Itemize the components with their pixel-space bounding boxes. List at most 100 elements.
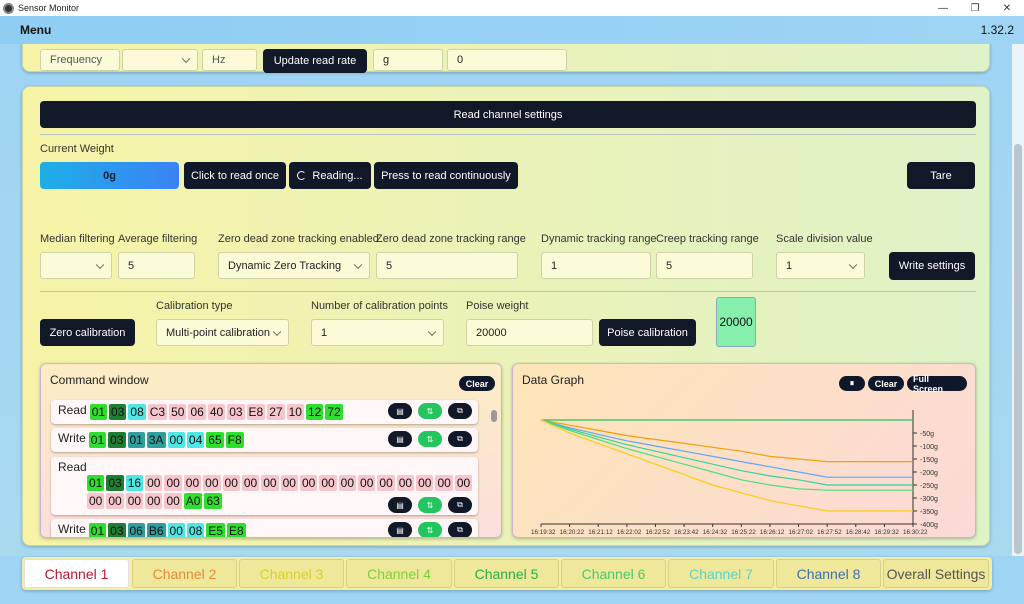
- copy-icon[interactable]: ⧉: [448, 403, 472, 419]
- calibration-points-select[interactable]: 1: [311, 319, 444, 346]
- book-icon[interactable]: ▤: [388, 497, 412, 513]
- swap-icon[interactable]: ⇅: [418, 431, 442, 447]
- minimize-button[interactable]: —: [928, 0, 958, 16]
- book-icon[interactable]: ▤: [388, 522, 412, 537]
- command-byte: 08: [128, 404, 146, 420]
- command-byte: 00: [319, 475, 337, 491]
- dynamic-tracking-range-input[interactable]: 1: [541, 252, 651, 279]
- command-kind: Read: [58, 403, 87, 417]
- chevron-down-icon: [427, 327, 437, 336]
- copy-icon[interactable]: ⧉: [448, 431, 472, 447]
- x-tick-label: 16:22:02: [617, 529, 642, 536]
- swap-icon[interactable]: ⇅: [418, 522, 442, 537]
- y-tick-label: -350g: [920, 509, 938, 516]
- command-byte: 01: [87, 475, 105, 491]
- tab-overall-settings[interactable]: Overall Settings: [883, 559, 989, 588]
- book-icon[interactable]: ▤: [388, 403, 412, 419]
- tab-channel-7[interactable]: Channel 7: [668, 559, 774, 588]
- command-byte: 00: [358, 475, 376, 491]
- y-tick-label: -300g: [920, 496, 938, 503]
- x-tick-label: 16:30:22: [903, 529, 928, 536]
- read-continuously-button[interactable]: Press to read continuously: [374, 162, 518, 189]
- page-scroll-thumb[interactable]: [1014, 144, 1022, 554]
- restore-button[interactable]: ❐: [960, 0, 990, 16]
- command-byte: 00: [167, 523, 185, 538]
- read-channel-settings-button[interactable]: Read channel settings: [40, 101, 976, 128]
- poise-weight-input[interactable]: 20000: [466, 319, 593, 346]
- command-byte: 50: [169, 404, 187, 420]
- unit-field[interactable]: g: [373, 49, 443, 71]
- median-filtering-select[interactable]: [40, 252, 112, 279]
- swap-icon[interactable]: ⇅: [418, 403, 442, 419]
- tab-channel-2[interactable]: Channel 2: [132, 559, 237, 588]
- rate-panel: Frequency Hz Update read rate g 0: [22, 44, 990, 73]
- command-clear-button[interactable]: Clear: [459, 376, 495, 391]
- command-byte: 40: [207, 404, 226, 420]
- hz-field[interactable]: Hz: [202, 49, 257, 71]
- command-window: Command window Clear Read 01 03 08 C3 50 06 40 0…: [40, 363, 502, 538]
- copy-icon[interactable]: ⧉: [448, 522, 472, 537]
- tare-button[interactable]: Tare: [907, 162, 975, 189]
- y-tick-label: -150g: [920, 457, 938, 464]
- scroll-thumb[interactable]: [491, 410, 497, 422]
- command-byte: 00: [261, 475, 279, 491]
- command-byte: C3: [147, 404, 168, 420]
- zero-tracking-range-input[interactable]: 5: [376, 252, 518, 279]
- command-byte: F8: [225, 432, 244, 448]
- copy-icon[interactable]: ⧉: [448, 497, 472, 513]
- command-kind: Write: [58, 431, 86, 445]
- poise-calibration-button[interactable]: Poise calibration: [599, 319, 696, 346]
- tab-channel-4[interactable]: Channel 4: [346, 559, 452, 588]
- zero-tracking-select[interactable]: Dynamic Zero Tracking: [218, 252, 370, 279]
- zero-calibration-button[interactable]: Zero calibration: [40, 319, 135, 346]
- current-weight-display: 0g: [40, 162, 179, 189]
- command-byte: E8: [246, 404, 266, 420]
- command-row: Write 01 03 01 3A 00 04 65 F8 ▤ ⇅ ⧉: [51, 428, 478, 452]
- spinner-icon: [297, 171, 307, 180]
- series-line: [540, 419, 913, 463]
- average-filtering-input[interactable]: 5: [118, 252, 195, 279]
- page-scrollbar[interactable]: [1012, 44, 1024, 556]
- divider: [40, 134, 976, 135]
- command-byte: 00: [338, 475, 357, 491]
- command-byte: 08: [186, 523, 205, 538]
- read-once-button[interactable]: Click to read once: [184, 162, 286, 189]
- command-byte: B6: [146, 523, 166, 538]
- zero-tracking-enabled-label: Zero dead zone tracking enabled: [218, 233, 379, 245]
- close-button[interactable]: ✕: [992, 0, 1022, 16]
- swap-icon[interactable]: ⇅: [418, 497, 442, 513]
- tab-channel-1[interactable]: Channel 1: [24, 559, 129, 588]
- menu-button[interactable]: Menu: [20, 23, 51, 37]
- scale-division-select[interactable]: 1: [776, 252, 865, 279]
- tab-channel-6[interactable]: Channel 6: [561, 559, 666, 588]
- frequency-select[interactable]: Frequency: [40, 49, 120, 71]
- x-tick-label: 16:21:12: [588, 529, 613, 536]
- command-byte: 00: [396, 475, 415, 491]
- series-line: [540, 419, 913, 478]
- y-tick-label: -400g: [920, 522, 938, 529]
- update-read-rate-button[interactable]: Update read rate: [263, 49, 367, 73]
- tab-channel-8[interactable]: Channel 8: [776, 559, 881, 588]
- rate-select[interactable]: [122, 49, 198, 71]
- write-settings-button[interactable]: Write settings: [889, 252, 975, 280]
- reading-label: Reading...: [312, 169, 363, 182]
- command-byte: 12: [305, 404, 324, 420]
- calibration-type-select[interactable]: Multi-point calibration: [156, 319, 289, 346]
- x-tick-label: 16:20:22: [560, 529, 585, 536]
- creep-tracking-range-input[interactable]: 5: [656, 252, 753, 279]
- unit-extra-field[interactable]: 0: [447, 49, 567, 71]
- command-byte: 00: [435, 475, 453, 491]
- command-byte: 04: [186, 432, 205, 448]
- y-tick-label: -200g: [920, 470, 938, 477]
- calibration-points-label: Number of calibration points: [311, 300, 448, 312]
- app-icon: [3, 2, 14, 14]
- tab-channel-5[interactable]: Channel 5: [454, 559, 559, 588]
- reading-button[interactable]: Reading...: [289, 162, 371, 189]
- command-scrollbar[interactable]: [490, 402, 498, 532]
- channel-tabs: Channel 1 Channel 2 Channel 3 Channel 4 Chan…: [22, 557, 992, 590]
- book-icon[interactable]: ▤: [388, 431, 412, 447]
- x-tick-label: 16:22:52: [645, 529, 670, 536]
- command-byte: 16: [125, 475, 144, 491]
- tab-channel-3[interactable]: Channel 3: [239, 559, 344, 588]
- y-tick-label: -100g: [920, 444, 938, 451]
